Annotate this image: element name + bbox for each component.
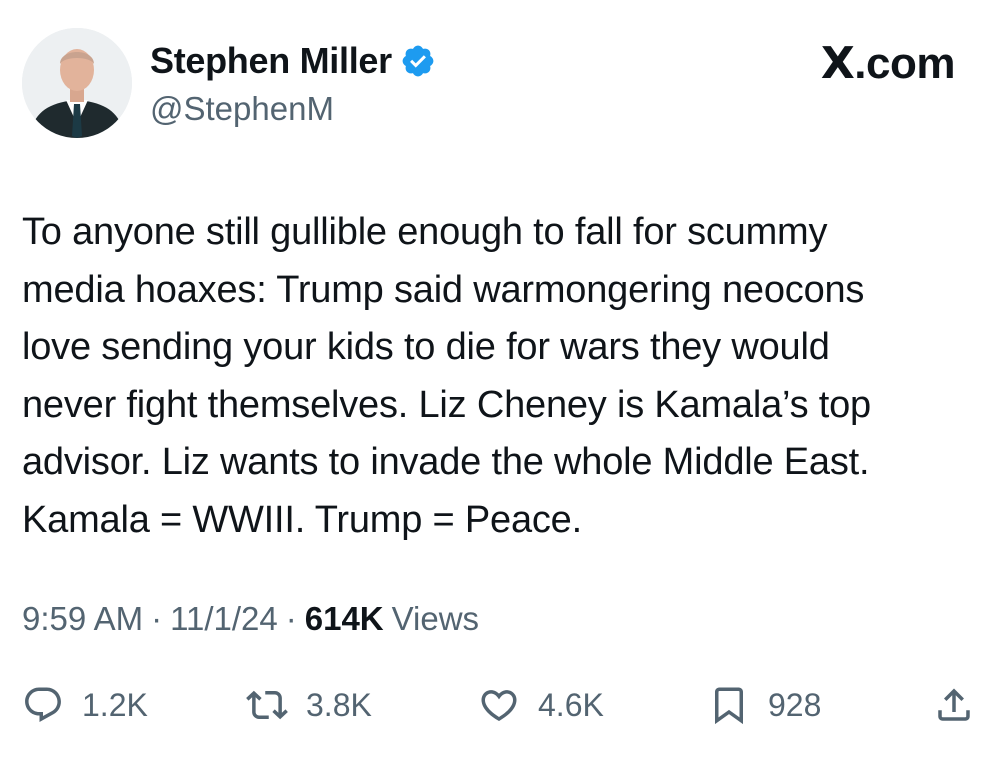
reply-count: 1.2K	[82, 686, 148, 723]
reply-icon	[25, 687, 61, 722]
author-handle[interactable]: @StephenM	[150, 90, 334, 128]
brand-suffix: .com	[854, 38, 955, 88]
share-button[interactable]	[933, 675, 975, 735]
bookmark-button[interactable]: 928	[708, 675, 821, 735]
tweet-time[interactable]: 9:59 AM	[22, 600, 143, 638]
views-label: Views	[391, 600, 480, 637]
share-icon	[938, 688, 970, 721]
repost-icon	[246, 690, 288, 720]
profile-photo	[22, 28, 132, 138]
tweet-date[interactable]: 11/1/24	[170, 600, 278, 638]
display-name[interactable]: Stephen Miller	[150, 40, 392, 82]
like-count: 4.6K	[538, 686, 604, 723]
tweet-meta: 9:59 AM · 11/1/24 · 614K Views	[22, 600, 479, 638]
brand-logo: X .com	[820, 38, 956, 89]
views-count: 614K	[304, 600, 384, 637]
repost-button[interactable]: 3.8K	[246, 675, 372, 735]
bookmark-icon	[715, 687, 743, 725]
like-button[interactable]: 4.6K	[478, 675, 604, 735]
bookmark-count: 928	[768, 686, 822, 723]
x-logo-icon: X	[820, 38, 855, 89]
avatar[interactable]	[22, 28, 132, 138]
author-name-row[interactable]: Stephen Miller	[150, 40, 436, 82]
meta-separator: ·	[285, 600, 297, 637]
heart-icon	[481, 690, 517, 722]
action-bar: 1.2K 3.8K 4.6K 928	[0, 675, 1000, 735]
reply-button[interactable]: 1.2K	[22, 675, 148, 735]
meta-separator: ·	[151, 600, 163, 637]
verified-badge-icon	[400, 43, 436, 79]
repost-count: 3.8K	[306, 686, 372, 723]
tweet-text: To anyone still gullible enough to fall …	[22, 211, 871, 541]
